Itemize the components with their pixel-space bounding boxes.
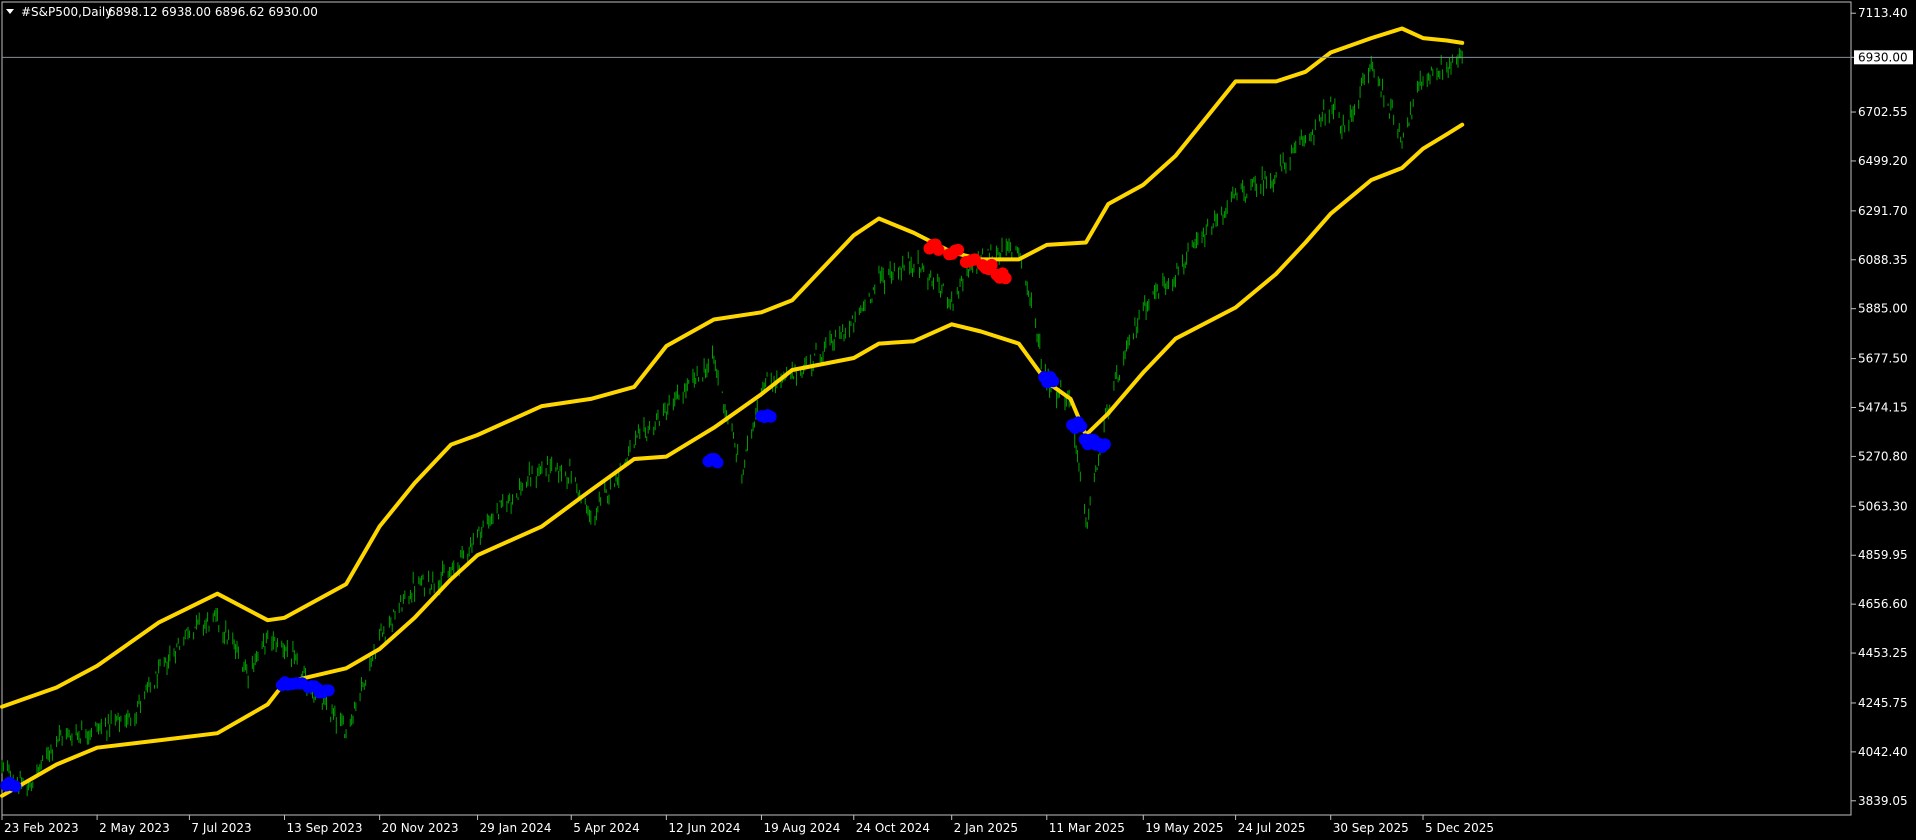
signal-marker-blue: [764, 410, 777, 423]
symbol-label: #S&P500,Daily: [21, 5, 112, 19]
signal-marker-blue: [1075, 420, 1088, 433]
x-tick-label: 2 Jan 2025: [954, 821, 1018, 835]
y-tick-label: 6499.20: [1858, 154, 1908, 168]
x-tick-label: 24 Jul 2025: [1238, 821, 1306, 835]
x-tick-label: 29 Jan 2024: [480, 821, 552, 835]
signal-marker-red: [932, 243, 945, 256]
x-tick-label: 19 Aug 2024: [763, 821, 840, 835]
y-tick-label: 4042.40: [1858, 745, 1908, 759]
y-tick-label: 6088.35: [1858, 253, 1908, 267]
y-tick-label: 3839.05: [1858, 794, 1908, 808]
x-tick-label: 5 Apr 2024: [573, 821, 640, 835]
signal-marker-blue: [9, 780, 22, 793]
signal-marker-red: [999, 272, 1012, 285]
y-tick-label: 4453.25: [1858, 646, 1908, 660]
x-tick-label: 13 Sep 2023: [287, 821, 363, 835]
y-tick-label: 5474.15: [1858, 401, 1908, 415]
x-tick-label: 11 Mar 2025: [1049, 821, 1125, 835]
y-tick-label: 5063.30: [1858, 499, 1908, 513]
y-tick-label: 4859.95: [1858, 548, 1908, 562]
y-tick-label: 6702.55: [1858, 105, 1908, 119]
current-price-badge: 6930.00: [1854, 50, 1913, 65]
ohlc-values: 6898.12 6938.00 6896.62 6930.00: [108, 5, 318, 19]
x-tick-label: 7 Jul 2023: [191, 821, 251, 835]
x-tick-label: 2 May 2023: [99, 821, 170, 835]
y-tick-label: 4245.75: [1858, 696, 1908, 710]
chart-window[interactable]: 3839.05 4042.40 4245.75 4453.25 4656.60 4859.…: [0, 0, 1916, 840]
price-chart[interactable]: 3839.05 4042.40 4245.75 4453.25 4656.60 4859.…: [0, 0, 1916, 840]
chart-background: [0, 0, 1916, 840]
x-tick-label: 19 May 2025: [1145, 821, 1223, 835]
y-tick-label: 6291.70: [1858, 204, 1908, 218]
x-tick-label: 24 Oct 2024: [856, 821, 930, 835]
y-tick-label: 4656.60: [1858, 597, 1908, 611]
signal-marker-blue: [1098, 438, 1111, 451]
x-tick-label: 20 Nov 2023: [382, 821, 459, 835]
signal-marker-blue: [322, 684, 335, 697]
y-tick-label: 5270.80: [1858, 449, 1908, 463]
signal-marker-blue: [1047, 375, 1060, 388]
signal-marker-blue: [711, 456, 724, 469]
y-tick-label: 5885.00: [1858, 302, 1908, 316]
signal-marker-red: [952, 243, 965, 256]
chart-header: #S&P500,Daily 6898.12 6938.00 6896.62 69…: [6, 5, 318, 19]
current-price-label: 6930.00: [1858, 50, 1908, 64]
x-tick-label: 23 Feb 2023: [4, 821, 79, 835]
y-tick-label: 7113.40: [1858, 6, 1908, 20]
x-tick-label: 12 Jun 2024: [668, 821, 740, 835]
x-tick-label: 30 Sep 2025: [1333, 821, 1409, 835]
x-tick-label: 5 Dec 2025: [1425, 821, 1494, 835]
y-tick-label: 5677.50: [1858, 352, 1908, 366]
